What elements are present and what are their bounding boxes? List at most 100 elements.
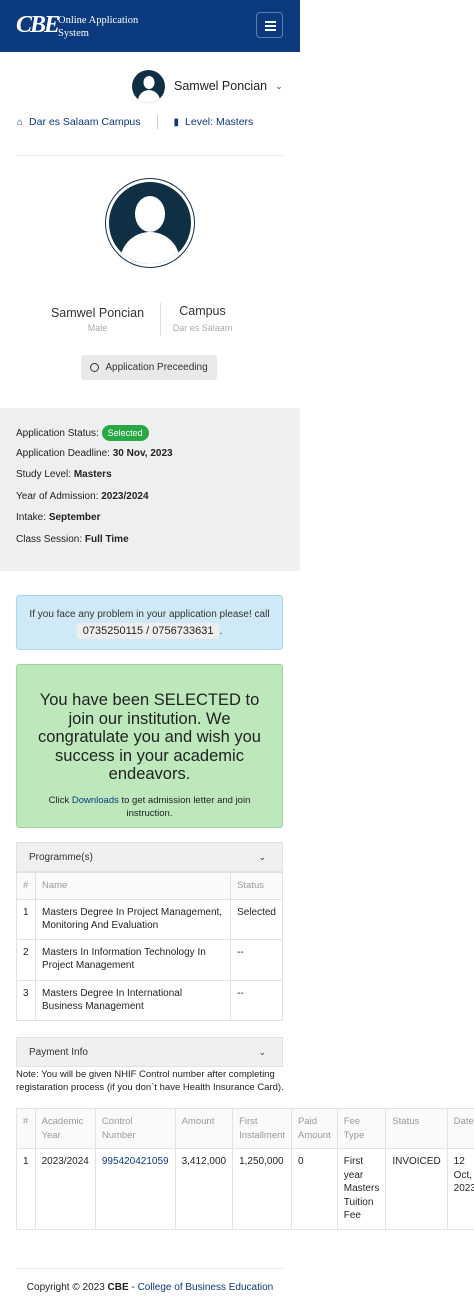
footer-brand: CBE <box>107 1282 129 1293</box>
profile-name: Samwel Poncian <box>50 306 145 320</box>
top-navbar: CBE Online Application System <box>0 0 300 52</box>
breadcrumb-divider <box>156 115 158 129</box>
col-header-control-number: Control Number <box>94 1108 176 1149</box>
payment-status: INVOICED <box>385 1148 448 1230</box>
col-header-first-installment: First Installment <box>232 1108 293 1149</box>
help-dot: . <box>219 626 223 637</box>
menu-icon <box>265 21 276 23</box>
help-text: If you face any problem in your applicat… <box>29 609 270 620</box>
table-row: 3 Masters Degree In International Busine… <box>16 979 283 1021</box>
programme-name: Masters Degree In Project Management, Mo… <box>34 898 232 940</box>
user-silhouette-head <box>143 75 154 89</box>
payment-number: 1 <box>16 1148 36 1230</box>
col-header-number: # <box>16 872 36 900</box>
intake-label: Intake: <box>16 512 47 524</box>
profile-silhouette-body <box>120 232 180 264</box>
table-row: 1 Masters Degree In Project Management, … <box>16 898 283 940</box>
application-info-panel: Application Status: Selected Application… <box>0 408 300 571</box>
nhif-note: Note: You will be given NHIF Control num… <box>16 1069 284 1093</box>
col-header-academic-year: Academic Year <box>34 1108 96 1149</box>
class-session-value: Full Time <box>84 533 129 545</box>
avatar <box>132 69 165 103</box>
downloads-link[interactable]: Downloads <box>72 795 119 806</box>
programme-name: Masters In Information Technology In Pro… <box>34 938 232 981</box>
footer-copyright: Copyright © 2023 <box>26 1282 105 1293</box>
table-row: 2 Masters In Information Technology In P… <box>16 938 283 981</box>
campus-value: Dar es Salaam <box>172 323 233 333</box>
payment-date: 12 Oct, 2023 <box>446 1148 474 1230</box>
col-header-paid-amount: Paid Amount <box>291 1108 338 1149</box>
menu-icon-bar <box>265 29 276 31</box>
deadline-row: Application Deadline: 30 Nov, 2023 <box>16 447 284 469</box>
profile-divider <box>160 303 161 336</box>
intake-value: September <box>48 512 101 524</box>
programme-status: -- <box>230 938 283 981</box>
breadcrumb: ⌂ Dar es Salaam Campus ▮ Level: Masters <box>17 115 253 129</box>
table-header-row: # Name Status <box>16 872 283 900</box>
home-icon: ⌂ <box>17 116 24 128</box>
study-level-value: Masters <box>73 469 112 481</box>
status-badge: Selected <box>101 425 149 441</box>
col-header-number: # <box>16 1108 36 1149</box>
menu-icon-bar <box>265 25 276 27</box>
programmes-table: # Name Status 1 Masters Degree In Projec… <box>16 872 283 1021</box>
study-level-label: Study Level: <box>16 469 72 481</box>
col-header-amount: Amount <box>174 1108 234 1149</box>
col-header-date: Date <box>446 1108 474 1149</box>
application-proceeding-label: Application Preceeding <box>105 362 208 373</box>
study-level-row: Study Level: Masters <box>16 468 284 490</box>
programme-number: 2 <box>16 938 36 981</box>
programmes-card-header[interactable]: Programme(s) ⌄ <box>16 842 283 872</box>
payment-academic-year: 2023/2024 <box>34 1148 96 1230</box>
control-number-link[interactable]: 995420421059 <box>94 1148 176 1230</box>
col-header-status: Status <box>230 872 283 900</box>
payment-paid-amount: 0 <box>291 1148 338 1230</box>
programme-status: Selected <box>230 898 283 940</box>
user-name: Samwel Poncian <box>174 79 268 93</box>
deadline-label: Application Deadline: <box>16 447 110 459</box>
breadcrumb-campus[interactable]: Dar es Salaam Campus <box>29 116 140 128</box>
selected-message: You have been SELECTED to join our insti… <box>38 691 261 783</box>
admission-year-value: 2023/2024 <box>101 490 149 502</box>
clock-icon <box>90 363 100 372</box>
programme-status: -- <box>230 979 283 1021</box>
programme-number: 3 <box>16 979 36 1021</box>
selected-note-pre: Click <box>48 794 70 806</box>
table-row: 1 2023/2024 995420421059 3,412,000 1,250… <box>16 1148 474 1230</box>
chevron-down-icon: ⌄ <box>275 80 283 91</box>
profile-silhouette-head <box>135 196 165 232</box>
admission-year-label: Year of Admission: <box>16 490 99 502</box>
college-link[interactable]: College of Business Education <box>138 1282 274 1293</box>
user-dropdown[interactable]: Samwel Poncian ⌄ <box>132 69 283 103</box>
book-icon: ▮ <box>173 116 180 128</box>
chevron-down-icon: ⌄ <box>258 1047 266 1057</box>
programme-number: 1 <box>16 898 36 940</box>
payment-table: # Academic Year Control Number Amount Fi… <box>16 1108 474 1230</box>
cbe-logo[interactable]: CBE <box>16 12 60 39</box>
app-title-line2: System <box>58 28 89 39</box>
hamburger-menu-button[interactable] <box>256 12 283 38</box>
payment-card-header[interactable]: Payment Info ⌄ <box>16 1037 283 1067</box>
app-title-line1: Online Application <box>58 15 139 26</box>
divider <box>17 155 283 156</box>
class-session-row: Class Session: Full Time <box>16 533 284 555</box>
help-phones: 0735250115 / 0756733631 <box>76 623 220 639</box>
intake-row: Intake: September <box>16 511 284 533</box>
admission-year-row: Year of Admission: 2023/2024 <box>16 490 284 512</box>
programme-name: Masters Degree In International Business… <box>34 979 232 1021</box>
footer-divider <box>17 1268 283 1269</box>
selected-alert: You have been SELECTED to join our insti… <box>16 664 283 828</box>
user-silhouette-body <box>137 89 160 103</box>
status-row: Application Status: Selected <box>16 425 284 447</box>
breadcrumb-level[interactable]: Level: Masters <box>185 116 253 128</box>
selected-note-post: to get admission letter and join instruc… <box>121 794 251 819</box>
col-header-name: Name <box>34 872 232 900</box>
application-proceeding-button[interactable]: Application Preceeding <box>81 355 217 380</box>
campus-heading: Campus <box>179 304 226 318</box>
payment-first-installment: 1,250,000 <box>232 1148 293 1230</box>
help-alert: If you face any problem in your applicat… <box>16 595 283 650</box>
footer: Copyright © 2023 CBE - College of Busine… <box>0 1282 300 1293</box>
payment-amount: 3,412,000 <box>174 1148 234 1230</box>
deadline-value: 30 Nov, 2023 <box>112 447 173 459</box>
status-label: Application Status: <box>16 428 99 439</box>
